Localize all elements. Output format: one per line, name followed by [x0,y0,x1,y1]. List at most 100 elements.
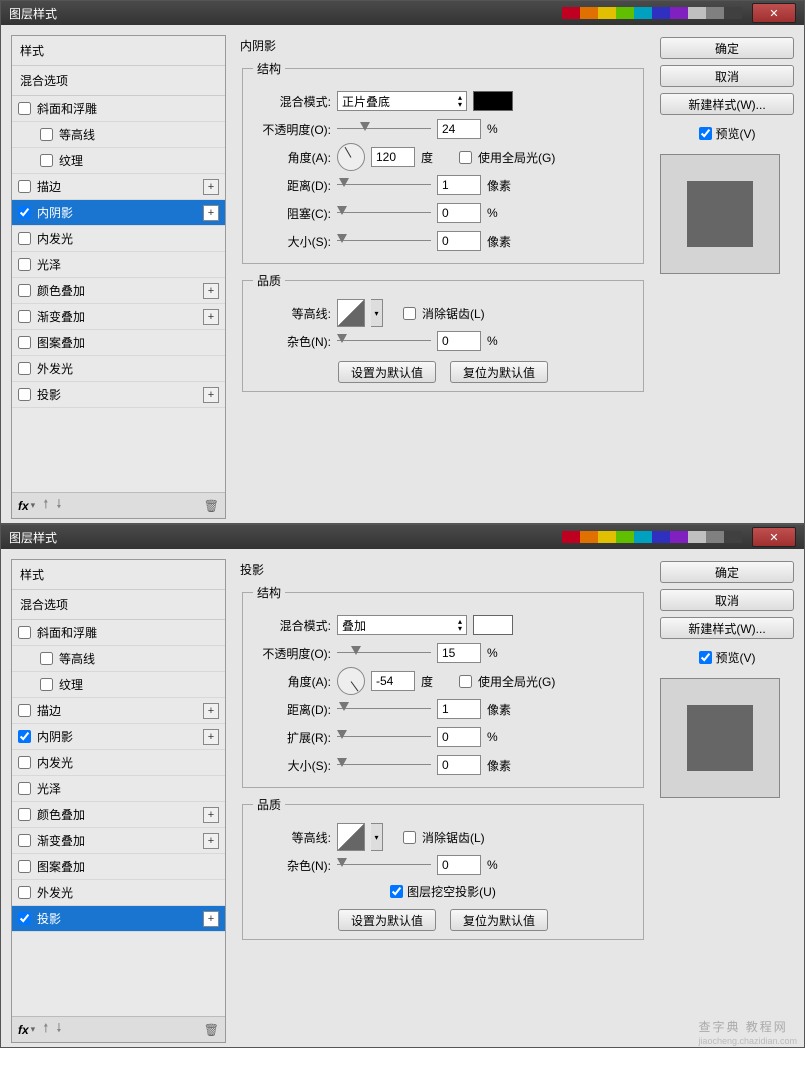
effect-checkbox[interactable] [40,652,53,665]
sidebar-item[interactable]: 内阴影+ [12,200,225,226]
slider-thumb-icon[interactable] [360,122,370,131]
slider-thumb-icon[interactable] [337,730,347,739]
sidebar-item[interactable]: 投影+ [12,382,225,408]
ok-button[interactable]: 确定 [660,561,794,583]
sidebar-item[interactable]: 渐变叠加+ [12,828,225,854]
effect-checkbox[interactable] [18,912,31,925]
distance-input[interactable]: 1 [437,699,481,719]
sidebar-header-styles[interactable]: 样式 [12,560,225,590]
angle-input[interactable]: 120 [371,147,415,167]
size-input[interactable]: 0 [437,755,481,775]
effect-checkbox[interactable] [18,284,31,297]
move-down-icon[interactable]: 🠗 [56,495,61,516]
slider-thumb-icon[interactable] [351,646,361,655]
slider-thumb-icon[interactable] [337,858,347,867]
effect-checkbox[interactable] [18,310,31,323]
add-effect-icon[interactable]: + [203,833,219,849]
fx-dropdown-icon[interactable]: ▾ [31,500,36,511]
opacity-input[interactable]: 15 [437,643,481,663]
add-effect-icon[interactable]: + [203,703,219,719]
effect-checkbox[interactable] [18,834,31,847]
cancel-button[interactable]: 取消 [660,589,794,611]
fx-dropdown-icon[interactable]: ▾ [31,1024,36,1035]
distance-slider[interactable] [337,178,431,192]
antialias-checkbox[interactable] [403,307,416,320]
sidebar-header-blend[interactable]: 混合选项 [12,590,225,620]
blend-mode-select[interactable]: 正片叠底 [337,91,467,111]
make-default-button[interactable]: 设置为默认值 [338,361,436,383]
effect-checkbox[interactable] [18,704,31,717]
sidebar-item[interactable]: 描边+ [12,174,225,200]
opacity-input[interactable]: 24 [437,119,481,139]
move-down-icon[interactable]: 🠗 [56,1019,61,1040]
reset-default-button[interactable]: 复位为默认值 [450,909,548,931]
effect-checkbox[interactable] [18,782,31,795]
add-effect-icon[interactable]: + [203,911,219,927]
add-effect-icon[interactable]: + [203,283,219,299]
choke-input[interactable]: 0 [437,203,481,223]
effect-checkbox[interactable] [18,336,31,349]
color-swatch[interactable] [473,615,513,635]
size-slider[interactable] [337,234,431,248]
effect-checkbox[interactable] [18,730,31,743]
effect-checkbox[interactable] [18,388,31,401]
sidebar-item[interactable]: 描边+ [12,698,225,724]
preview-checkbox[interactable] [699,127,712,140]
sidebar-item[interactable]: 外发光 [12,356,225,382]
opacity-slider[interactable] [337,122,431,136]
sidebar-item[interactable]: 光泽 [12,776,225,802]
choke-slider[interactable] [337,206,431,220]
effect-checkbox[interactable] [18,180,31,193]
slider-thumb-icon[interactable] [337,234,347,243]
effect-checkbox[interactable] [40,678,53,691]
choke-slider[interactable] [337,730,431,744]
slider-thumb-icon[interactable] [337,206,347,215]
effect-checkbox[interactable] [40,128,53,141]
effect-checkbox[interactable] [18,232,31,245]
contour-picker[interactable] [337,823,365,851]
slider-thumb-icon[interactable] [337,334,347,343]
fx-icon[interactable]: fx [18,1023,29,1037]
close-button[interactable]: ✕ [752,527,796,547]
cancel-button[interactable]: 取消 [660,65,794,87]
color-swatch[interactable] [473,91,513,111]
effect-checkbox[interactable] [18,626,31,639]
effect-checkbox[interactable] [18,756,31,769]
sidebar-item[interactable]: 内发光 [12,750,225,776]
effect-checkbox[interactable] [18,206,31,219]
noise-slider[interactable] [337,334,431,348]
effect-checkbox[interactable] [18,808,31,821]
sidebar-item[interactable]: 颜色叠加+ [12,278,225,304]
sidebar-item[interactable]: 纹理 [12,672,225,698]
sidebar-item[interactable]: 光泽 [12,252,225,278]
trash-icon[interactable]: 🗑 [204,499,219,513]
angle-input[interactable]: -54 [371,671,415,691]
make-default-button[interactable]: 设置为默认值 [338,909,436,931]
preview-checkbox[interactable] [699,651,712,664]
blend-mode-select[interactable]: 叠加 [337,615,467,635]
add-effect-icon[interactable]: + [203,387,219,403]
sidebar-item[interactable]: 内发光 [12,226,225,252]
effect-checkbox[interactable] [18,860,31,873]
trash-icon[interactable]: 🗑 [204,1023,219,1037]
noise-slider[interactable] [337,858,431,872]
contour-picker[interactable] [337,299,365,327]
new-style-button[interactable]: 新建样式(W)... [660,617,794,639]
effect-checkbox[interactable] [18,102,31,115]
new-style-button[interactable]: 新建样式(W)... [660,93,794,115]
slider-thumb-icon[interactable] [337,758,347,767]
add-effect-icon[interactable]: + [203,729,219,745]
move-up-icon[interactable]: 🠕 [43,495,48,516]
distance-input[interactable]: 1 [437,175,481,195]
slider-thumb-icon[interactable] [339,178,349,187]
sidebar-item[interactable]: 纹理 [12,148,225,174]
sidebar-item[interactable]: 等高线 [12,646,225,672]
noise-input[interactable]: 0 [437,855,481,875]
global-light-checkbox[interactable] [459,675,472,688]
sidebar-item[interactable]: 斜面和浮雕 [12,96,225,122]
contour-dropdown-icon[interactable]: ▾ [371,299,383,327]
opacity-slider[interactable] [337,646,431,660]
sidebar-header-styles[interactable]: 样式 [12,36,225,66]
sidebar-item[interactable]: 颜色叠加+ [12,802,225,828]
sidebar-item[interactable]: 斜面和浮雕 [12,620,225,646]
